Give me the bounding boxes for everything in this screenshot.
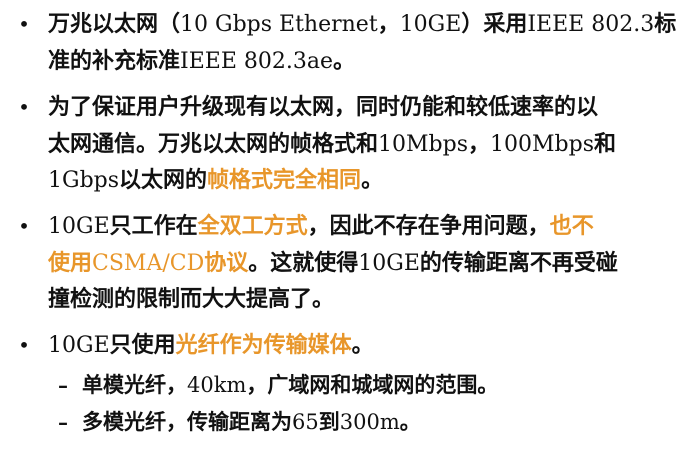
bullet-line: 万兆以太网（10 Gbps Ethernet，10GE）采用IEEE 802.3… (48, 6, 676, 43)
text-segment: 。 (399, 409, 421, 434)
text-segment: 10GE (399, 12, 462, 37)
text-segment: 准的补充标准 (48, 47, 181, 74)
text-segment: 和 (594, 130, 617, 157)
text-segment: 10GE (48, 333, 110, 358)
bullet-line: 1Gbps以太网的帧格式完全相同。 (48, 162, 383, 199)
text-segment: ）采用 (461, 11, 528, 37)
text-segment: ， (468, 130, 491, 157)
text-segment: 10GE (358, 250, 420, 276)
highlight-text: 光纤作为传输媒体 (175, 332, 352, 358)
text-segment: 100Mbps (490, 131, 594, 157)
bullet-line: 准的补充标准IEEE 802.3ae。 (48, 43, 355, 80)
text-segment: 撞检测的限制而大大提高了。 (48, 286, 335, 312)
text-segment: IEEE 802.3ae (180, 48, 333, 74)
text-segment: 。 (361, 167, 384, 193)
sub-bullet-item: 多模光纤，传输距离为65到300m。 (82, 404, 421, 440)
text-segment: ， (377, 11, 400, 37)
highlight-text: 全双工方式 (197, 213, 308, 239)
text-segment: 只工作在 (109, 213, 198, 239)
text-segment: 太网通信。万兆以太网的帧格式和 (48, 130, 379, 157)
bullet-dot-icon: • (18, 214, 30, 238)
text-segment: 40km (187, 373, 247, 397)
text-segment: 1Gbps (48, 168, 120, 193)
text-segment: 以太网的 (119, 167, 208, 193)
highlight-text: 帧格式完全相同 (207, 167, 362, 193)
text-segment: 10GE (48, 214, 110, 239)
highlight-text: 使用 (48, 249, 93, 276)
text-segment: 单模光纤， (82, 372, 187, 397)
text-segment: 为了保证用户升级现有以太网，同时仍能和较低速率的以 (48, 94, 599, 120)
text-segment: 10 Gbps Ethernet (180, 12, 378, 37)
bullet-line: 撞检测的限制而大大提高了。 (48, 281, 334, 317)
text-segment: 标 (654, 11, 677, 37)
text-segment: 300m (339, 410, 400, 434)
text-segment: 。 (333, 47, 356, 74)
text-segment: 到 (318, 409, 340, 434)
text-segment: ，广域网和城域网的范围。 (246, 372, 499, 397)
bullet-dot-icon: • (18, 95, 30, 119)
bullet-dot-icon: • (18, 333, 30, 357)
bullet-line: 10GE只使用光纤作为传输媒体。 (48, 327, 374, 364)
bullet-line: 10GE只工作在全双工方式，因此不存在争用问题，也不 (48, 208, 594, 245)
text-segment: 的传输距离不再受碰 (419, 249, 618, 276)
slide-content: • 万兆以太网（10 Gbps Ethernet，10GE）采用IEEE 802.… (0, 0, 698, 459)
bullet-line: 为了保证用户升级现有以太网，同时仍能和较低速率的以 (48, 89, 598, 125)
highlight-text: 也不 (549, 213, 594, 239)
highlight-text: 协议 (204, 249, 249, 276)
text-segment: 只使用 (109, 332, 176, 358)
text-segment: 万兆以太网（ (48, 11, 181, 37)
sub-bullet-dash-icon: – (58, 373, 68, 397)
text-segment: 多模光纤，传输距离为 (82, 409, 292, 434)
text-segment: ，因此不存在争用问题， (307, 213, 550, 239)
bullet-dot-icon: • (18, 12, 30, 36)
bullet-line: 使用CSMA/CD协议。这就使得10GE的传输距离不再受碰 (48, 245, 618, 282)
text-segment: IEEE 802.3 (527, 12, 655, 37)
bullet-line: 太网通信。万兆以太网的帧格式和10Mbps，100Mbps和 (48, 126, 616, 163)
text-segment: 65 (292, 410, 319, 434)
text-segment: 。这就使得 (248, 249, 359, 276)
text-segment: 10Mbps (378, 131, 468, 157)
highlight-text: CSMA/CD (92, 250, 205, 276)
text-segment: 。 (351, 332, 374, 358)
sub-bullet-dash-icon: – (58, 410, 68, 434)
sub-bullet-item: 单模光纤，40km，广域网和城域网的范围。 (82, 367, 498, 403)
